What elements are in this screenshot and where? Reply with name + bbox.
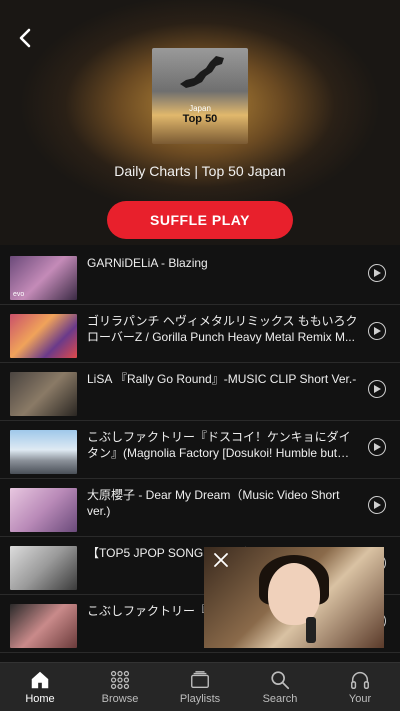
tab-label: Playlists [179,693,221,705]
tab-browse[interactable]: Browse [80,663,160,711]
track-row[interactable]: ゴリラパンチ ヘヴィメタルリミックス ももいろクローバーZ / Gorilla … [0,305,400,363]
track-thumbnail [10,546,77,590]
bottom-tab-bar: Home Browse Playlists Search Your [0,662,400,711]
track-row[interactable]: 大原櫻子 - Dear My Dream（Music Video Short v… [0,479,400,537]
tab-your[interactable]: Your [320,663,400,711]
play-circle-icon[interactable] [368,496,386,514]
cover-title: Top 50 [182,113,218,125]
play-circle-icon[interactable] [368,380,386,398]
tab-label: Search [262,693,298,705]
grid-icon [110,670,130,690]
track-title: 大原櫻子 - Dear My Dream（Music Video Short v… [87,488,340,518]
track-thumbnail [10,372,77,416]
video-frame-mic [306,617,316,643]
playlists-icon [191,671,209,689]
search-icon [271,671,290,690]
japan-map-icon [180,56,224,88]
tab-home[interactable]: Home [0,663,80,711]
track-thumbnail: evo [10,256,77,300]
video-frame-face [268,563,320,625]
home-icon [31,671,49,689]
track-row[interactable]: こぶしファクトリー『ドスコイ！ケンキョにダイタン』(Magnolia Facto… [0,421,400,479]
tab-label: Home [25,693,55,705]
track-thumbnail [10,604,77,648]
playlist-header: Japan Top 50 Daily Charts | Top 50 Japan… [0,0,400,245]
playlist-cover: Japan Top 50 [152,48,248,144]
track-thumbnail [10,314,77,358]
play-circle-icon[interactable] [368,264,386,282]
track-title: こぶしファクトリー『ドスコイ！ケンキョにダイタン』(Magnolia Facto… [87,430,351,460]
shuffle-play-button[interactable]: SUFFLE PLAY [107,201,293,239]
track-thumbnail [10,488,77,532]
track-title: ゴリラパンチ ヘヴィメタルリミックス ももいろクローバーZ / Gorilla … [87,314,358,344]
track-title: GARNiDELiA - Blazing [87,256,208,270]
vevo-badge: evo [13,291,25,298]
track-thumbnail [10,430,77,474]
close-icon[interactable] [212,551,230,569]
track-title: LiSA 『Rally Go Round』-MUSIC CLIP Short V… [87,372,357,386]
tab-search[interactable]: Search [240,663,320,711]
headphones-icon [351,672,369,689]
play-circle-icon[interactable] [368,438,386,456]
tab-label: Your [348,693,372,705]
cover-country: Japan [189,104,211,113]
tab-label: Browse [101,693,139,705]
playlist-subtitle: Daily Charts | Top 50 Japan [114,163,286,179]
back-chevron-icon[interactable] [14,26,38,50]
track-row[interactable]: LiSA 『Rally Go Round』-MUSIC CLIP Short V… [0,363,400,421]
tab-playlists[interactable]: Playlists [160,663,240,711]
mini-video-player[interactable] [204,547,384,648]
track-row[interactable]: evo GARNiDELiA - Blazing [0,247,400,305]
play-circle-icon[interactable] [368,322,386,340]
